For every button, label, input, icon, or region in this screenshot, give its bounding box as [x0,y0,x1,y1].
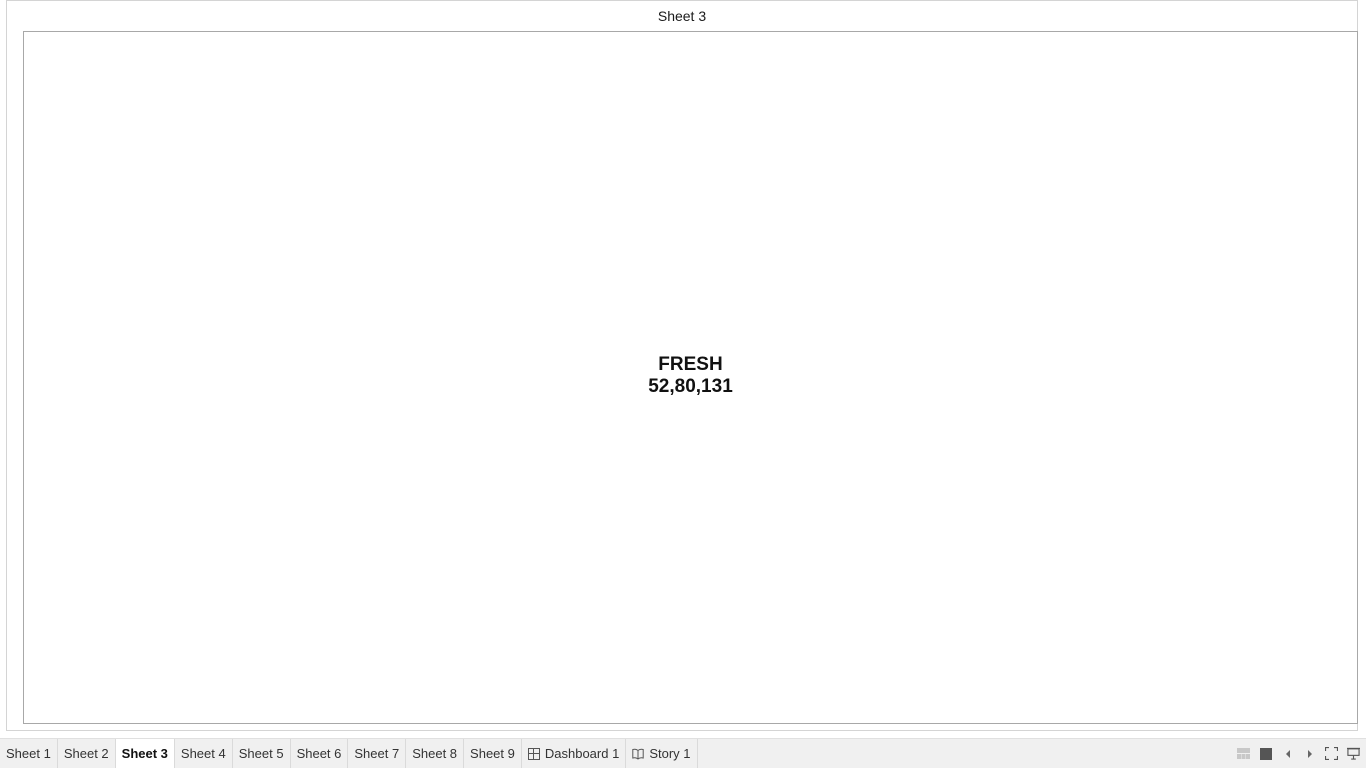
tab-label: Sheet 5 [238,746,284,761]
story-icon [632,748,645,760]
tab-sheet-2[interactable]: Sheet 2 [58,739,116,768]
tab-label: Sheet 6 [296,746,342,761]
tab-sheet-7[interactable]: Sheet 7 [348,739,407,768]
tab-sheet-4[interactable]: Sheet 4 [175,739,233,768]
sheet-frame: Sheet 3 FRESH 52,80,131 [6,0,1358,731]
tab-sheet-9[interactable]: Sheet 9 [464,739,522,768]
tab-dashboard-1[interactable]: Dashboard 1 [522,739,627,768]
fullscreen-icon[interactable] [1325,747,1338,760]
tab-label: Sheet 3 [121,746,168,761]
next-sheet-icon[interactable] [1303,747,1316,760]
tab-label: Dashboard 1 [544,746,620,761]
tab-sheet-6[interactable]: Sheet 6 [291,739,349,768]
presentation-mode-icon[interactable] [1347,747,1360,760]
tab-label: Sheet 8 [412,746,458,761]
previous-sheet-icon[interactable] [1281,747,1294,760]
sheet-tabs: Sheet 1 Sheet 2 Sheet 3 Sheet 4 Sheet 5 … [0,739,698,768]
mark-label[interactable]: FRESH [24,354,1357,376]
tab-label: Sheet 4 [180,746,226,761]
sheet-title: Sheet 3 [657,8,707,24]
tab-sheet-1[interactable]: Sheet 1 [0,739,58,768]
show-filmstrip-icon[interactable] [1237,747,1250,760]
sheet-nav-controls [1237,739,1360,768]
sheet-tab-bar: Sheet 1 Sheet 2 Sheet 3 Sheet 4 Sheet 5 … [0,738,1366,768]
tab-story-1[interactable]: Story 1 [626,739,698,768]
dashboard-icon [527,747,540,760]
show-tabs-icon[interactable] [1259,747,1272,760]
tab-label: Story 1 [649,746,691,761]
tab-label: Sheet 7 [354,746,400,761]
tab-sheet-3[interactable]: Sheet 3 [115,739,175,768]
mark-value[interactable]: 52,80,131 [24,376,1357,398]
tab-label: Sheet 1 [6,746,51,761]
visualization-area[interactable]: FRESH 52,80,131 [23,31,1358,724]
tab-sheet-8[interactable]: Sheet 8 [406,739,465,768]
tab-label: Sheet 2 [63,746,109,761]
tab-label: Sheet 9 [470,746,515,761]
tab-sheet-5[interactable]: Sheet 5 [233,739,291,768]
